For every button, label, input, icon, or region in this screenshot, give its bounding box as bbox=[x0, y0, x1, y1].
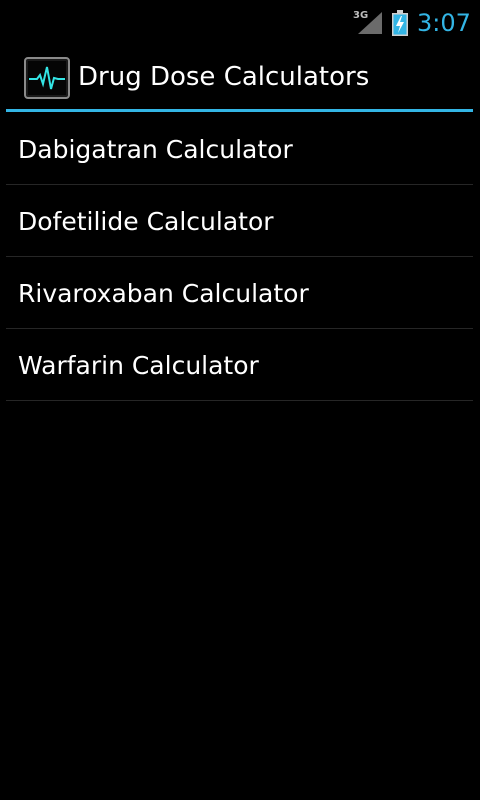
calculator-list: Dabigatran Calculator Dofetilide Calcula… bbox=[6, 113, 473, 401]
list-item-warfarin[interactable]: Warfarin Calculator bbox=[6, 329, 473, 401]
status-bar: 3G 3:07 bbox=[0, 0, 480, 50]
list-item-label: Rivaroxaban Calculator bbox=[18, 279, 309, 308]
action-bar-divider bbox=[6, 109, 473, 112]
app-title: Drug Dose Calculators bbox=[78, 62, 370, 92]
list-item-rivaroxaban[interactable]: Rivaroxaban Calculator bbox=[6, 257, 473, 329]
heartbeat-monitor-icon[interactable] bbox=[24, 57, 70, 99]
battery-charging-icon bbox=[392, 10, 408, 36]
list-item-label: Dabigatran Calculator bbox=[18, 135, 293, 164]
signal-icon bbox=[358, 12, 382, 34]
clock: 3:07 bbox=[417, 9, 471, 37]
list-item-label: Dofetilide Calculator bbox=[18, 207, 274, 236]
list-item-dofetilide[interactable]: Dofetilide Calculator bbox=[6, 185, 473, 257]
action-bar: Drug Dose Calculators bbox=[0, 50, 480, 110]
list-item-label: Warfarin Calculator bbox=[18, 351, 259, 380]
list-item-dabigatran[interactable]: Dabigatran Calculator bbox=[6, 113, 473, 185]
